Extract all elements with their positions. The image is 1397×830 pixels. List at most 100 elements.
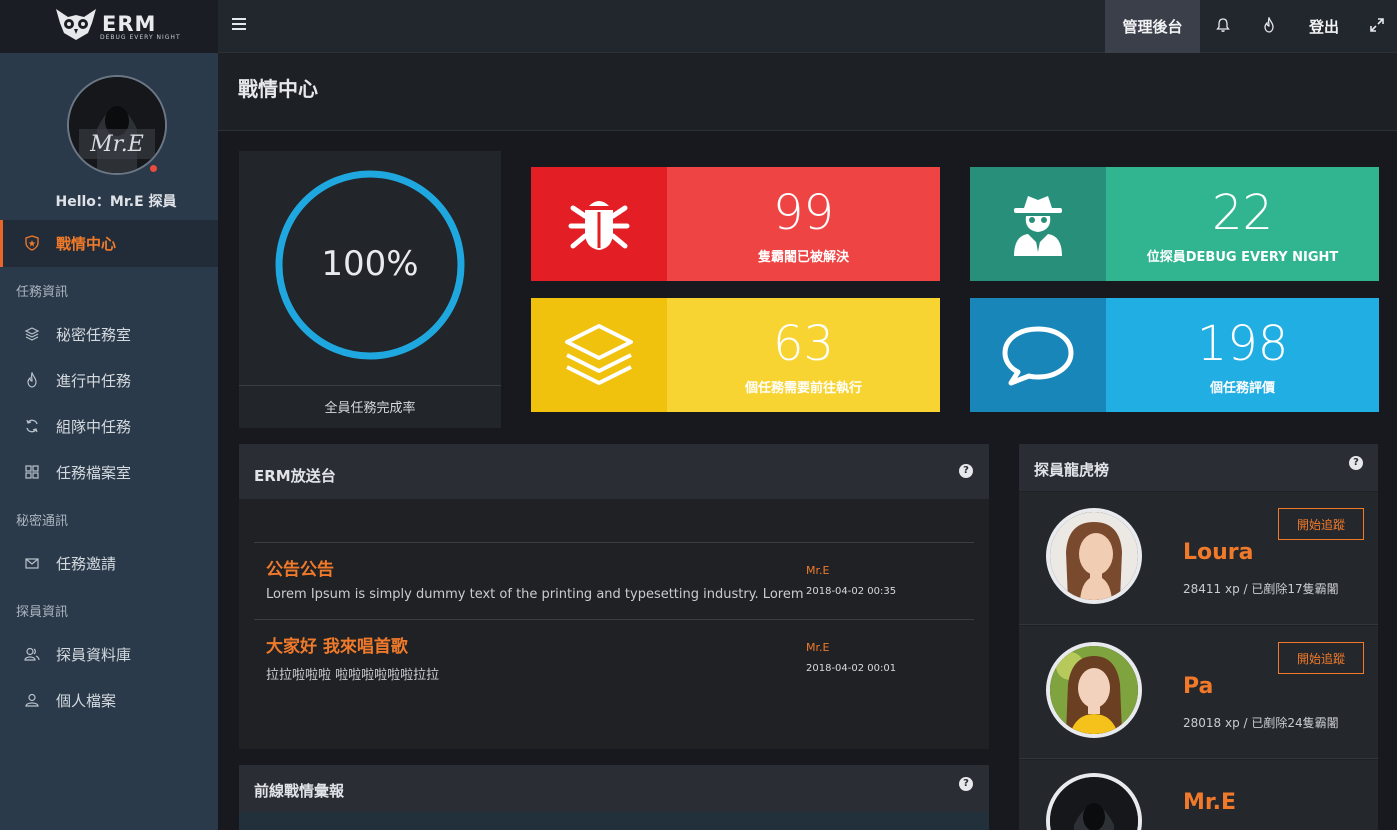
refresh-icon [26,419,38,433]
post-title[interactable]: 大家好 我來唱首歌 [266,632,408,657]
post-body: Lorem Ipsum is simply dummy text of the … [266,587,804,602]
panel-title: 前線戰情彙報 [254,782,345,800]
bell-icon[interactable] [1212,14,1234,36]
sidebar-item-label: 進行中任務 [56,371,132,390]
top-bar: ERM DEBUG EVERY NIGHT 管理後台 登出 [0,0,1397,53]
tile-body: 99 隻霸闍已被解決 [667,167,940,281]
post-time: 2018-04-02 00:01 [806,663,897,674]
page-title: 戰情中心 [238,77,318,101]
brand-name: ERM [102,12,157,36]
agent-stats: 28018 xp / 已剷除24隻霸闍 [1183,716,1339,730]
stat-caption: 隻霸闍已被解決 [757,250,849,265]
menu-icon[interactable] [232,16,248,32]
spy-icon [1014,196,1062,256]
sidebar-item-label: 秘密任務室 [56,325,132,344]
sidebar-item-label: 探員資料庫 [56,645,132,664]
stat-tile-agents[interactable]: 22 位探員DEBUG EVERY NIGHT [970,167,1379,281]
help-icon[interactable]: ? [959,777,973,791]
stat-tile-bugs[interactable]: 99 隻霸闍已被解決 [531,167,940,281]
tile-icon-area [531,167,667,281]
panel-header: ERM放送台 ? [239,444,989,499]
post-author: Mr.E [806,564,830,577]
tile-body: 63 個任務需要前往執行 [667,298,940,412]
sidebar-item-profile[interactable]: 個人檔案 [0,677,218,723]
sidebar-item-dashboard[interactable]: 戰情中心 [0,220,218,266]
leaderboard-row: 開始追蹤 Pa 28018 xp / 已剷除24隻霸闍 [1019,626,1378,759]
layers-icon [565,324,633,385]
brand-tagline: DEBUG EVERY NIGHT [100,34,181,41]
follow-button[interactable]: 開始追蹤 [1278,642,1364,674]
leaderboard-row: Mr.E [1019,760,1378,830]
stat-tile-reviews[interactable]: 198 個任務評價 [970,298,1379,412]
page-header: 戰情中心 [218,53,1397,131]
stat-caption: 個任務評價 [1209,381,1275,396]
owl-logo-icon [56,9,96,40]
agent-name[interactable]: Mr.E [1183,790,1236,815]
stat-value: 22 [1211,185,1274,241]
shield-icon [25,235,39,251]
users-icon [24,647,40,661]
sidebar-item-archive[interactable]: 任務檔案室 [0,449,218,495]
avatar[interactable]: Mr.E [67,75,167,175]
section-mission-info: 任務資訊 [16,285,69,300]
follow-button[interactable]: 開始追蹤 [1278,508,1364,540]
greeting: Hello：Mr.E 探員 [55,194,177,210]
sidebar-item-label: 組隊中任務 [56,417,132,436]
sidebar-item-ongoing[interactable]: 進行中任務 [0,357,218,403]
leaderboard-panel: 探員龍虎榜 ? 開始追蹤 Loura 28411 xp / 已剷除17隻霸闍 開… [1019,444,1378,830]
avatar[interactable] [1046,642,1142,738]
section-agent-info: 探員資訊 [16,605,69,620]
logout-button[interactable]: 登出 [1298,0,1350,53]
avatar-text: Mr.E [89,132,144,157]
completion-value: 100% [321,244,419,284]
sidebar-item-agent-db[interactable]: 探員資料庫 [0,631,218,677]
panel-header: 前線戰情彙報 ? [239,765,989,812]
leaderboard-row: 開始追蹤 Loura 28411 xp / 已剷除17隻霸闍 [1019,492,1378,625]
avatar[interactable] [1046,508,1142,604]
expand-icon[interactable] [1366,14,1388,36]
tile-body: 198 個任務評價 [1106,298,1379,412]
feed-item [239,812,989,830]
sidebar-item-invitations[interactable]: 任務邀請 [0,540,218,586]
post-title[interactable]: 公告公告 [266,555,334,580]
stat-caption: 位探員DEBUG EVERY NIGHT [1146,250,1339,265]
tile-icon-area [970,167,1106,281]
list-item[interactable]: 大家好 我來唱首歌 拉拉啦啦啦 啦啦啦啦啦啦拉拉 Mr.E 2018-04-02… [254,619,974,696]
comment-icon [1002,326,1074,386]
stat-value: 198 [1196,316,1289,372]
post-body: 拉拉啦啦啦 啦啦啦啦啦啦拉拉 [266,668,440,683]
agent-name[interactable]: Loura [1183,540,1254,565]
agent-name[interactable]: Pa [1183,674,1213,699]
sidebar-item-label: 個人檔案 [56,691,117,710]
panel-title: 探員龍虎榜 [1034,461,1110,479]
sidebar-item-secret-room[interactable]: 秘密任務室 [0,311,218,357]
stat-tile-missions[interactable]: 63 個任務需要前往執行 [531,298,940,412]
user-icon [25,693,39,707]
tile-body: 22 位探員DEBUG EVERY NIGHT [1106,167,1379,281]
fire-icon[interactable] [1258,14,1280,36]
sidebar-item-label: 任務檔案室 [56,463,132,482]
help-icon[interactable]: ? [1349,456,1363,470]
brand-logo[interactable]: ERM DEBUG EVERY NIGHT [0,0,218,53]
bug-icon [568,201,630,250]
fire-icon [27,372,37,388]
completion-card: 100% 全員任務完成率 [239,151,501,428]
mail-icon [25,558,39,569]
stat-value: 63 [772,316,835,372]
panel-title: ERM放送台 [254,467,336,485]
sidebar-item-team[interactable]: 組隊中任務 [0,403,218,449]
sidebar-item-label: 任務邀請 [56,554,117,573]
help-icon[interactable]: ? [959,464,973,478]
broadcast-panel: ERM放送台 ? 公告公告 Lorem Ipsum is simply dumm… [239,444,989,749]
sidebar-item-label: 戰情中心 [56,234,117,253]
avatar[interactable] [1046,773,1142,830]
tile-icon-area [970,298,1106,412]
list-item[interactable]: 公告公告 Lorem Ipsum is simply dummy text of… [254,542,974,619]
grid-icon [25,465,39,479]
sidebar: Mr.E Hello：Mr.E 探員 戰情中心 任務資訊 秘密任務室 進行中任務… [0,53,218,830]
layers-icon [24,327,40,341]
post-time: 2018-04-02 00:35 [806,586,897,597]
admin-button[interactable]: 管理後台 [1105,0,1200,53]
divider [239,385,501,386]
tile-icon-area [531,298,667,412]
